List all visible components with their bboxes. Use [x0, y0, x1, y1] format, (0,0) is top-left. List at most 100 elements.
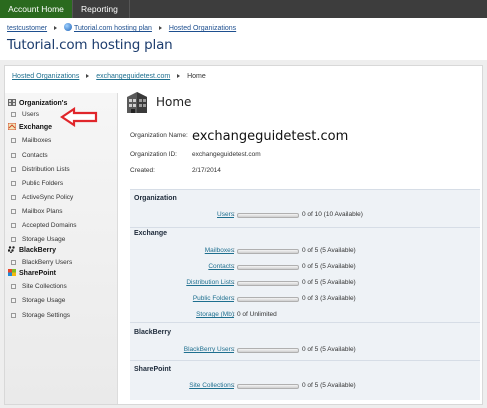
sidebar-item-mailboxes[interactable]: Mailboxes: [11, 137, 51, 144]
breadcrumb-plan-link[interactable]: Tutorial.com hosting plan: [74, 25, 152, 32]
chevron-right-icon: [86, 74, 90, 79]
sidebar-header-organization-label: Organization's: [19, 100, 68, 107]
sidebar-item-public-folders[interactable]: Public Folders: [11, 180, 63, 187]
chevron-right-icon: [177, 74, 181, 79]
quota-distribution-lists-progress: [237, 281, 299, 286]
sidebar-item-contacts[interactable]: Contacts: [11, 152, 48, 159]
sidebar-header-blackberry: BlackBerry: [8, 246, 56, 254]
quota-storage-text: 0 of Unlimited: [237, 311, 277, 318]
sidebar-item-label: Users: [22, 111, 39, 118]
quota-row-site-collections: Site Collections : 0 of 5 (5 Available): [130, 382, 480, 394]
breadcrumb-customer-link[interactable]: testcustomer: [7, 25, 47, 32]
quota-mailboxes-link[interactable]: Mailboxes: [205, 247, 234, 254]
quota-contacts-text: 0 of 5 (5 Available): [302, 263, 356, 270]
quota-blackberry-users-link[interactable]: BlackBerry Users: [184, 346, 234, 353]
quota-users-progress: [237, 213, 299, 218]
quota-row-users: Users : 0 of 10 (10 Available): [130, 211, 480, 223]
breadcrumb-hosted-orgs-link[interactable]: Hosted Organizations: [169, 25, 236, 32]
quota-mailboxes-progress: [237, 249, 299, 254]
bullet-icon: [11, 284, 16, 289]
sidebar-header-sharepoint: SharePoint: [8, 269, 56, 277]
sub-breadcrumb: Hosted Organizations exchangeguidetest.c…: [12, 73, 206, 80]
section-title-exchange: Exchange: [134, 230, 168, 237]
quota-site-collections-text: 0 of 5 (5 Available): [302, 382, 356, 389]
quota-users-link[interactable]: Users: [217, 211, 234, 218]
quota-contacts-progress: [237, 265, 299, 270]
quota-row-blackberry-users: BlackBerry Users : 0 of 5 (5 Available): [130, 346, 480, 358]
sub-breadcrumb-org-link[interactable]: exchangeguidetest.com: [96, 73, 170, 80]
quota-site-collections-link[interactable]: Site Collections: [189, 382, 234, 389]
sidebar-item-label: Distribution Lists: [22, 166, 70, 173]
sidebar-item-sharepoint-storage-usage[interactable]: Storage Usage: [11, 297, 65, 304]
section-title-organization: Organization: [134, 195, 177, 202]
sidebar-item-accepted-domains[interactable]: Accepted Domains: [11, 222, 77, 229]
sidebar-item-distribution-lists[interactable]: Distribution Lists: [11, 166, 70, 173]
tab-reporting-label: Reporting: [81, 4, 118, 14]
sub-breadcrumb-hosted-orgs-link[interactable]: Hosted Organizations: [12, 73, 79, 80]
sidebar-item-storage-usage[interactable]: Storage Usage: [11, 236, 65, 243]
organization-icon: [8, 99, 16, 106]
org-name-label: Organization Name:: [130, 132, 188, 139]
tab-reporting[interactable]: Reporting: [72, 0, 130, 30]
sidebar-item-mailbox-plans[interactable]: Mailbox Plans: [11, 208, 62, 215]
quota-colon: :: [233, 247, 235, 254]
quota-mailboxes-text: 0 of 5 (5 Available): [302, 247, 356, 254]
sidebar-item-blackberry-users[interactable]: BlackBerry Users: [11, 259, 72, 266]
page-title: Tutorial.com hosting plan: [7, 37, 173, 53]
quota-colon: :: [233, 382, 235, 389]
sidebar-item-label: Storage Usage: [22, 297, 66, 304]
home-title: Home: [156, 95, 192, 109]
sidebar-header-exchange-label: Exchange: [19, 124, 53, 131]
sidebar-header-organization: Organization's: [8, 99, 67, 107]
sidebar-item-storage-settings[interactable]: Storage Settings: [11, 312, 70, 319]
top-nav: Account Home Reporting: [0, 0, 487, 30]
tab-account-home[interactable]: Account Home: [0, 0, 72, 18]
org-id-label: Organization ID:: [130, 151, 177, 158]
sidebar-item-label: Contacts: [22, 152, 48, 159]
sharepoint-icon: [8, 269, 16, 276]
globe-icon: [63, 23, 72, 31]
section-title-sharepoint: SharePoint: [134, 366, 171, 373]
sidebar-item-label: Public Folders: [22, 180, 64, 187]
created-value: 2/17/2014: [192, 167, 221, 174]
building-icon: [127, 92, 147, 113]
quota-colon: :: [233, 211, 235, 218]
quota-public-folders-text: 0 of 3 (3 Available): [302, 295, 356, 302]
sidebar-item-label: Storage Usage: [22, 236, 66, 243]
quota-row-storage: Storage (Mb) : 0 of Unlimited: [130, 311, 480, 323]
quota-storage-link[interactable]: Storage (Mb): [196, 311, 234, 318]
quota-blackberry-users-progress: [237, 348, 299, 353]
bullet-icon: [11, 298, 16, 303]
sidebar-header-sharepoint-label: SharePoint: [19, 270, 56, 277]
bullet-icon: [11, 112, 16, 117]
quota-colon: :: [233, 295, 235, 302]
quota-public-folders-link[interactable]: Public Folders: [193, 295, 234, 302]
org-id-value: exchangeguidetest.com: [192, 151, 261, 158]
quota-row-contacts: Contacts : 0 of 5 (5 Available): [130, 263, 480, 275]
bullet-icon: [11, 260, 16, 265]
sidebar-item-site-collections[interactable]: Site Collections: [11, 283, 67, 290]
quota-colon: :: [233, 346, 235, 353]
sidebar-header-exchange: Exchange: [8, 123, 52, 131]
sidebar-item-activesync-policy[interactable]: ActiveSync Policy: [11, 194, 73, 201]
blackberry-icon: [8, 246, 15, 253]
chevron-right-icon: [54, 26, 58, 31]
sub-breadcrumb-current: Home: [187, 73, 206, 80]
bullet-icon: [11, 153, 16, 158]
quota-distribution-lists-link[interactable]: Distribution Lists: [186, 279, 234, 286]
sidebar-item-label: ActiveSync Policy: [22, 194, 74, 201]
quota-public-folders-progress: [237, 297, 299, 302]
sidebar-item-label: Mailbox Plans: [22, 208, 63, 215]
sidebar-item-label: Mailboxes: [22, 137, 52, 144]
sidebar-item-users[interactable]: Users: [11, 111, 39, 118]
org-name-value: exchangeguidetest.com: [192, 129, 349, 144]
exchange-icon: [8, 123, 16, 130]
bullet-icon: [11, 209, 16, 214]
quota-colon: :: [233, 311, 235, 318]
quota-contacts-link[interactable]: Contacts: [208, 263, 234, 270]
quota-site-collections-progress: [237, 384, 299, 389]
bullet-icon: [11, 138, 16, 143]
quota-row-public-folders: Public Folders : 0 of 3 (3 Available): [130, 295, 480, 307]
quota-row-distribution-lists: Distribution Lists : 0 of 5 (5 Available…: [130, 279, 480, 291]
quota-colon: :: [233, 263, 235, 270]
